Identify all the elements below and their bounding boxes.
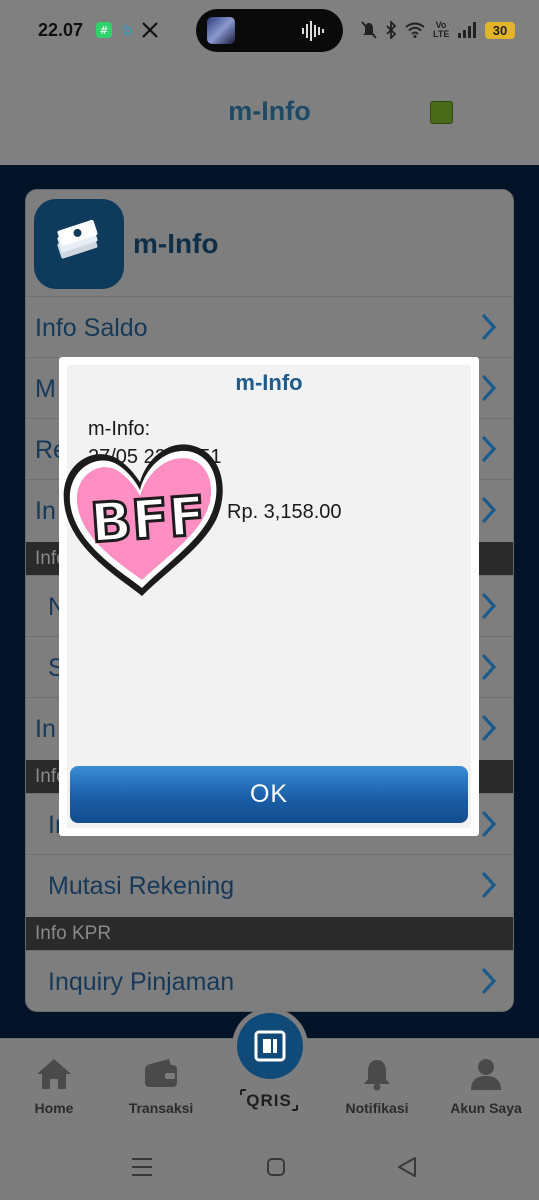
m-info-logo-icon <box>34 199 124 289</box>
bell-icon <box>364 1060 390 1091</box>
qris-label: QRIS <box>240 1088 298 1112</box>
status-icons: Vo LTE 30 <box>361 19 515 41</box>
chevron-right-icon <box>482 968 497 994</box>
menu-item-label: In <box>35 497 56 525</box>
chevron-right-icon <box>482 436 497 462</box>
menu-item-label: Mutasi Rekening <box>48 872 235 900</box>
nav-label: Notifikasi <box>345 1100 409 1116</box>
qris-icon <box>237 1013 303 1079</box>
bluetooth-app-icon: b <box>119 21 137 39</box>
chevron-right-icon <box>482 715 497 741</box>
home-icon <box>37 1059 71 1089</box>
nav-notifikasi[interactable]: Notifikasi <box>327 1039 427 1137</box>
nav-label: Home <box>34 1100 74 1116</box>
mute-icon <box>361 21 377 39</box>
system-navigation-bar <box>0 1136 539 1200</box>
wallet-icon <box>145 1059 177 1087</box>
chevron-right-icon <box>482 654 497 680</box>
section-label: Info KPR <box>35 923 112 944</box>
chevron-right-icon <box>482 811 497 837</box>
app-header: m-Info <box>0 60 539 165</box>
status-bar: 22.07 # b Vo LTE 30 <box>0 0 539 60</box>
dynamic-island <box>196 9 343 52</box>
wifi-icon <box>405 22 425 38</box>
bff-heart-sticker: BFF <box>60 420 232 602</box>
menu-item-label: In <box>35 715 56 743</box>
qris-scan-button[interactable] <box>232 1008 308 1084</box>
user-icon <box>471 1059 501 1090</box>
x-icon <box>141 21 159 39</box>
menu-item-label: M <box>35 375 56 403</box>
balance-amount: Rp. 3,158.00 <box>227 501 342 523</box>
signal-icon <box>458 22 476 38</box>
menu-item-info-saldo[interactable]: Info Saldo <box>26 296 513 357</box>
nav-akun-saya[interactable]: Akun Saya <box>436 1039 536 1137</box>
connection-status-indicator <box>430 101 453 124</box>
chevron-right-icon <box>482 497 497 523</box>
ok-button[interactable]: OK <box>70 766 468 823</box>
back-icon[interactable] <box>396 1156 418 1178</box>
home-button-icon[interactable] <box>266 1157 286 1177</box>
bluetooth-icon <box>386 21 397 39</box>
chevron-right-icon <box>482 872 497 898</box>
notification-app-icon: # <box>95 21 113 39</box>
recent-apps-icon[interactable] <box>131 1157 153 1177</box>
chevron-right-icon <box>482 593 497 619</box>
audio-wave-icon <box>302 21 324 41</box>
nav-label: Transaksi <box>128 1100 194 1116</box>
menu-item-mutasi-rekening[interactable]: Mutasi Rekening <box>26 854 513 915</box>
menu-item-inquiry-pinjaman[interactable]: Inquiry Pinjaman <box>26 950 513 1011</box>
nav-home[interactable]: Home <box>4 1039 104 1137</box>
status-time: 22.07 <box>38 20 84 40</box>
svg-text:b: b <box>124 23 133 39</box>
dialog-title: m-Info <box>235 370 303 395</box>
menu-item-label: Info Saldo <box>35 314 148 342</box>
battery-icon: 30 <box>485 21 515 39</box>
svg-text:#: # <box>99 24 108 37</box>
page-title: m-Info <box>228 96 311 126</box>
nav-label: Akun Saya <box>450 1100 522 1116</box>
album-art-icon <box>207 17 235 44</box>
chevron-right-icon <box>482 314 497 340</box>
volte-icon: Vo LTE <box>433 20 450 39</box>
card-header: m-Info <box>26 190 513 296</box>
card-title: m-Info <box>133 228 219 259</box>
section-header-info-kpr: Info KPR <box>26 917 513 950</box>
menu-item-label: Inquiry Pinjaman <box>48 968 235 996</box>
sticker-text: BFF <box>88 484 207 555</box>
qris-text: QRIS <box>246 1091 292 1110</box>
chevron-right-icon <box>482 375 497 401</box>
nav-transaksi[interactable]: Transaksi <box>111 1039 211 1137</box>
